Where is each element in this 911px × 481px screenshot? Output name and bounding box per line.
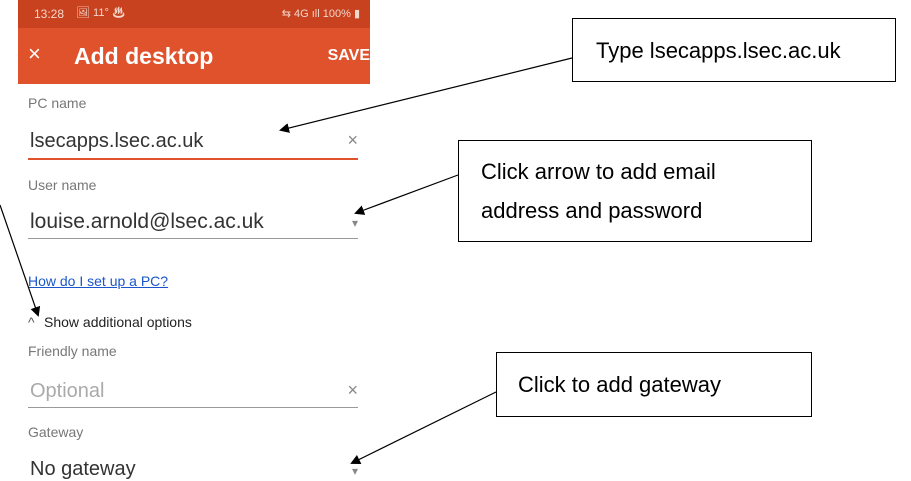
arrow-to-options-chevron: [0, 204, 41, 317]
arrow-to-user-dropdown: [354, 174, 459, 215]
annotation-arrows: [0, 57, 573, 464]
arrow-to-pc-name: [279, 57, 573, 133]
arrow-to-gateway-dropdown: [350, 391, 497, 464]
